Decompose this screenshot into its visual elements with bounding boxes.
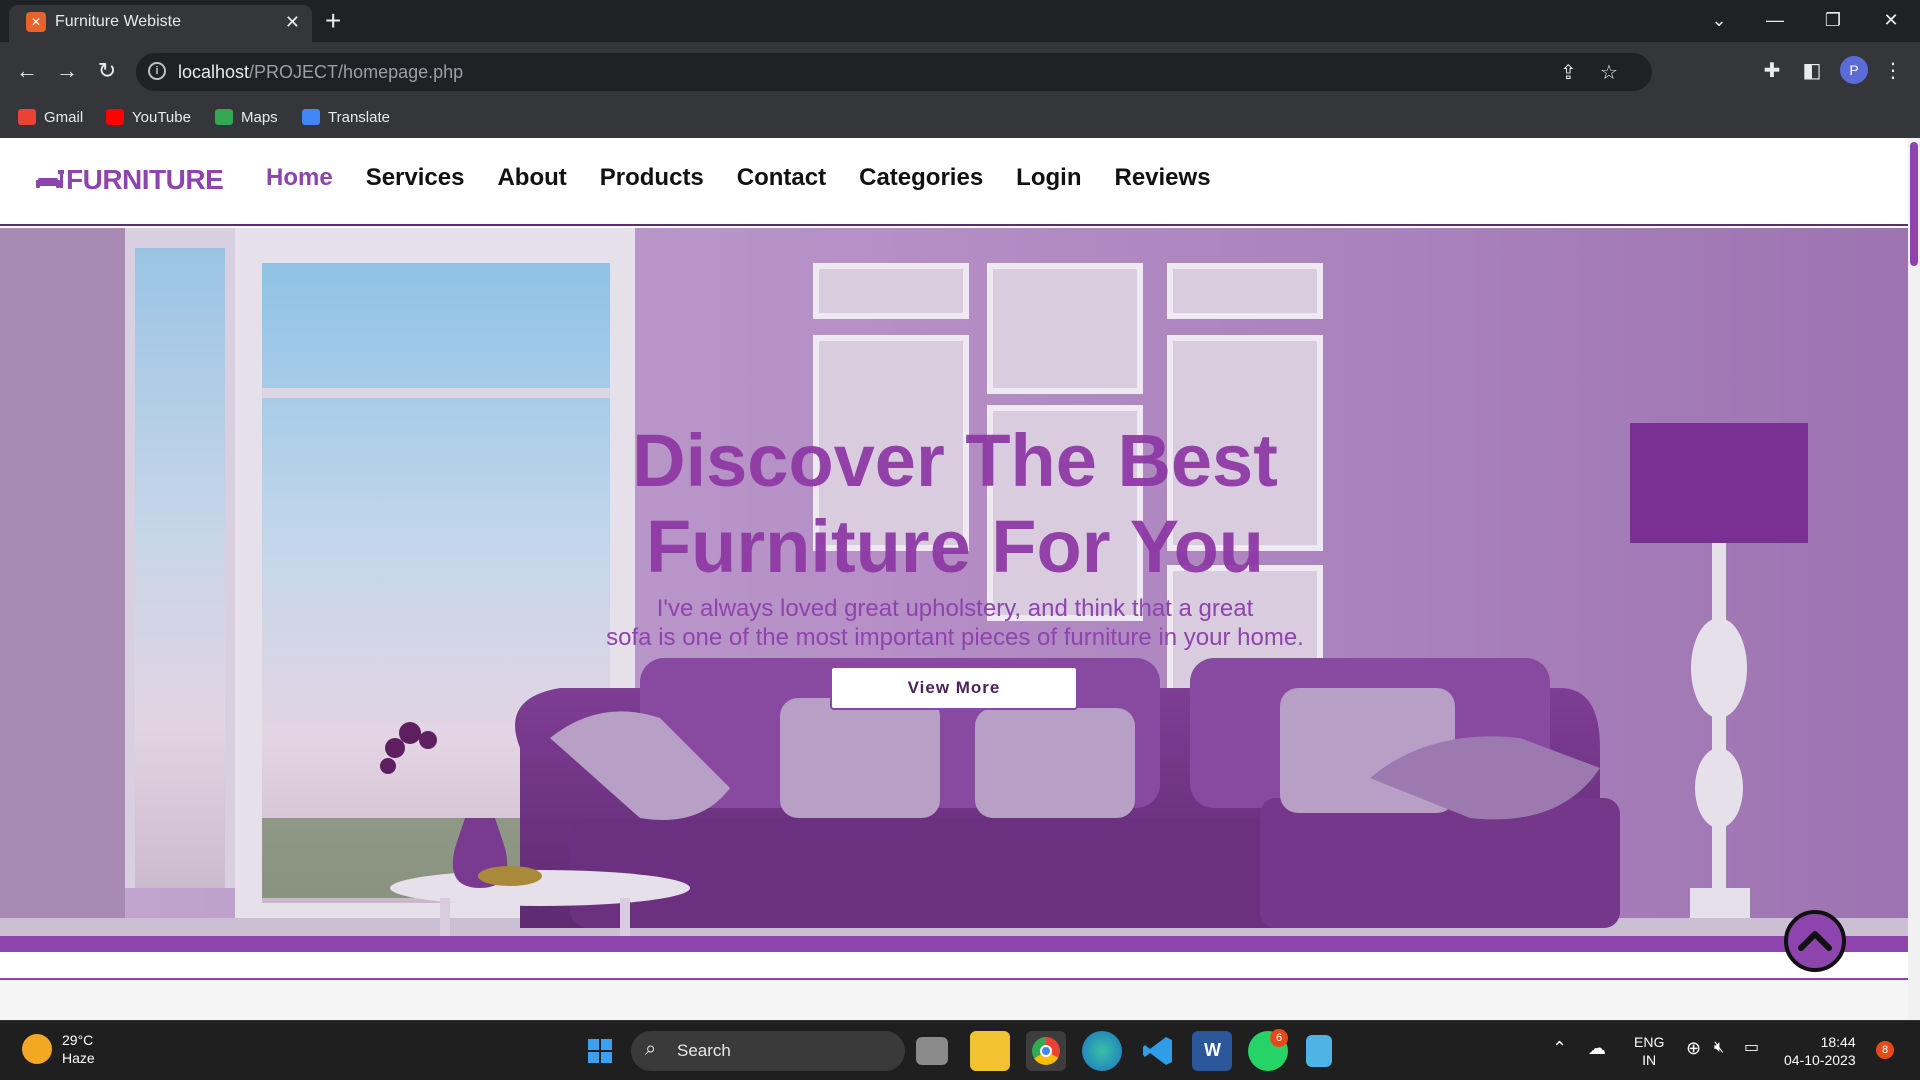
- windows-taskbar: 29°C Haze ⌕ Search W 6 ⌃ ☁ ENG IN ⊕ 🔇︎ ▭…: [0, 1020, 1920, 1080]
- network-globe-icon[interactable]: ⊕: [1686, 1039, 1701, 1057]
- chrome-icon[interactable]: [1026, 1031, 1066, 1071]
- restore-icon[interactable]: ❐: [1808, 6, 1858, 34]
- onedrive-error-icon[interactable]: ☁: [1588, 1039, 1606, 1057]
- clock[interactable]: 18:44 04-10-2023: [1784, 1033, 1856, 1069]
- tab-close-icon[interactable]: ✕: [285, 11, 300, 33]
- gmail-icon: [18, 109, 36, 125]
- browser-toolbar: ← → ↻ i localhost/PROJECT/homepage.php ⇪…: [0, 42, 1920, 138]
- share-icon[interactable]: ⇪: [1560, 60, 1577, 85]
- vscode-icon[interactable]: [1138, 1031, 1178, 1071]
- tray-overflow-chevron-icon[interactable]: ⌃: [1552, 1039, 1567, 1057]
- next-section: [0, 980, 1908, 1020]
- hero-title: Discover The Best Furniture For You: [540, 418, 1370, 590]
- bookmark-label: Translate: [328, 108, 390, 126]
- hero-subtitle-line: sofa is one of the most important pieces…: [606, 624, 1304, 651]
- weather-temp: 29°C: [62, 1032, 94, 1048]
- bookmark-star-icon[interactable]: ☆: [1600, 60, 1618, 85]
- translate-icon: [302, 109, 320, 125]
- nav-contact[interactable]: Contact: [737, 164, 826, 192]
- bookmark-label: YouTube: [132, 108, 191, 126]
- bookmark-maps[interactable]: Maps: [215, 104, 278, 130]
- logo-text: FURNITURE: [66, 164, 224, 195]
- address-bar[interactable]: i localhost/PROJECT/homepage.php ⇪ ☆: [136, 53, 1652, 91]
- hero-bottom-bar: [0, 936, 1908, 952]
- volume-muted-icon[interactable]: 🔇︎: [1714, 1039, 1724, 1057]
- browser-tab[interactable]: ✕ Furniture Webiste ✕: [9, 5, 312, 42]
- tab-search-chevron-icon[interactable]: ⌄: [1694, 6, 1744, 34]
- hero-subtitle: I've always loved great upholstery, and …: [560, 594, 1350, 652]
- hero-title-line: Furniture For You: [645, 505, 1264, 588]
- forward-icon[interactable]: →: [50, 54, 84, 88]
- extensions-icon[interactable]: ✚: [1757, 54, 1787, 88]
- scroll-to-top-button[interactable]: [1784, 910, 1846, 972]
- close-window-icon[interactable]: ✕: [1866, 6, 1916, 34]
- minimize-icon[interactable]: —: [1750, 6, 1800, 34]
- reload-icon[interactable]: ↻: [90, 54, 124, 88]
- bookmark-translate[interactable]: Translate: [302, 104, 390, 130]
- chevron-up-icon: [1798, 931, 1832, 951]
- nav-categories[interactable]: Categories: [859, 164, 983, 192]
- region-code: IN: [1642, 1052, 1657, 1068]
- word-icon[interactable]: W: [1192, 1031, 1232, 1071]
- url-text: localhost/PROJECT/homepage.php: [178, 62, 464, 82]
- notepad-icon[interactable]: [1306, 1035, 1332, 1067]
- file-explorer-icon[interactable]: [970, 1031, 1010, 1071]
- maps-icon: [215, 109, 233, 125]
- language-indicator[interactable]: ENG IN: [1634, 1033, 1664, 1069]
- hero-section: Discover The Best Furniture For You I've…: [0, 228, 1908, 936]
- bookmark-youtube[interactable]: YouTube: [106, 104, 191, 130]
- windows-start-icon[interactable]: [580, 1031, 620, 1071]
- language-code: ENG: [1634, 1034, 1665, 1050]
- nav-login[interactable]: Login: [1016, 164, 1081, 192]
- nav-services[interactable]: Services: [366, 164, 465, 192]
- side-panel-icon[interactable]: ◧: [1797, 54, 1827, 88]
- new-tab-icon[interactable]: +: [325, 6, 341, 36]
- nav-reviews[interactable]: Reviews: [1114, 164, 1210, 192]
- menu-icon[interactable]: ⋮: [1878, 54, 1908, 88]
- search-label: Search: [677, 1041, 731, 1060]
- web-page: FURNITURE Home Services About Products C…: [0, 138, 1920, 1020]
- xampp-icon: ✕: [26, 12, 46, 32]
- hero-title-line: Discover The Best: [632, 419, 1278, 502]
- tab-title: Furniture Webiste: [55, 13, 181, 30]
- bookmark-label: Gmail: [44, 108, 84, 126]
- site-logo[interactable]: FURNITURE: [36, 164, 224, 196]
- bookmark-label: Maps: [241, 108, 278, 126]
- battery-icon[interactable]: ▭: [1744, 1039, 1759, 1057]
- view-more-button[interactable]: View More: [830, 666, 1078, 710]
- nav-products[interactable]: Products: [600, 164, 704, 192]
- nav-home[interactable]: Home: [266, 164, 333, 192]
- weather-widget[interactable]: 29°C Haze: [22, 1031, 95, 1067]
- site-info-icon[interactable]: i: [148, 62, 166, 80]
- bookmark-gmail[interactable]: Gmail: [18, 104, 83, 130]
- haze-weather-icon: [22, 1034, 52, 1064]
- weather-desc: Haze: [62, 1050, 95, 1066]
- main-nav: Home Services About Products Contact Cat…: [266, 164, 1211, 192]
- edge-icon[interactable]: [1082, 1031, 1122, 1071]
- profile-avatar[interactable]: P: [1840, 56, 1868, 84]
- scrollbar-thumb[interactable]: [1910, 142, 1918, 266]
- taskbar-search[interactable]: ⌕ Search: [631, 1031, 905, 1071]
- search-icon: ⌕: [645, 1038, 657, 1060]
- browser-tab-bar: ✕ Furniture Webiste ✕ + ⌄ — ❐ ✕: [0, 0, 1920, 42]
- site-header: FURNITURE Home Services About Products C…: [0, 138, 1908, 226]
- youtube-icon: [106, 109, 124, 125]
- nav-about[interactable]: About: [497, 164, 566, 192]
- clock-date: 04-10-2023: [1784, 1052, 1856, 1068]
- whatsapp-badge: 6: [1270, 1029, 1288, 1047]
- notification-badge[interactable]: 8: [1876, 1041, 1894, 1059]
- page-scrollbar[interactable]: [1908, 138, 1920, 1020]
- back-icon[interactable]: ←: [10, 54, 44, 88]
- task-view-icon[interactable]: [916, 1037, 948, 1065]
- clock-time: 18:44: [1820, 1034, 1856, 1050]
- weather-text: 29°C Haze: [62, 1031, 95, 1067]
- hero-subtitle-line: I've always loved great upholstery, and …: [656, 595, 1254, 622]
- sofa-icon: [36, 170, 64, 188]
